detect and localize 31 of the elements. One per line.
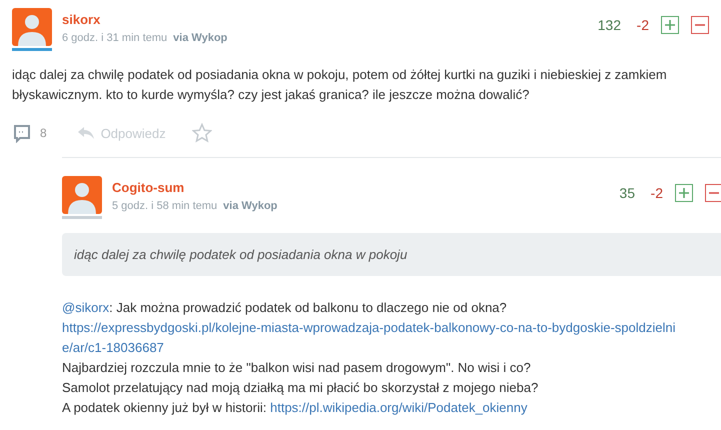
link[interactable]: https://pl.wikipedia.org/wiki/Podatek_okienny [270, 400, 528, 415]
upvote-button[interactable] [661, 16, 679, 34]
source-label: via Wykop [173, 32, 228, 44]
source-label: via Wykop [223, 200, 278, 212]
favorite-button[interactable] [192, 123, 212, 143]
comments-count: 8 [40, 126, 47, 140]
minus-count: -2 [650, 185, 663, 201]
comments-icon[interactable] [12, 123, 32, 143]
downvote-button[interactable] [691, 16, 709, 34]
author-name[interactable]: sikorx [62, 12, 575, 27]
minus-count: -2 [636, 17, 649, 33]
comment-line: A podatek okienny już był w historii: https://pl.wikipedia.org/wiki/Podatek_okienny [62, 399, 528, 417]
article-link[interactable]: https://expressbydgoski.pl/kolejne-miasta-wprowadzaja-podatek-balkonowy-co-na-to-bydgoskie-spoldzielnie/ar/c1-18036687 [62, 318, 686, 358]
avatar-icon[interactable] [62, 176, 102, 214]
author-name[interactable]: Cogito-sum [112, 180, 589, 195]
plus-icon [678, 187, 690, 199]
plus-count: 35 [618, 185, 635, 201]
downvote-button[interactable] [705, 184, 721, 202]
comment-line: Najbardziej rozczula mnie to że "balkon wisi nad pasem drogowym". No wisi i co? [62, 359, 532, 377]
reply-icon [76, 126, 95, 140]
entry-text: idąc dalej za chwilę podatek od posiadania okna w pokoju, potem od żółtej kurtki na guziki i niebieskiej z zamkiem błyskawicznym. kto to kurde wymyśla? czy jest jakaś granica? ile jeszcze można dowalić? [12, 66, 668, 104]
upvote-button[interactable] [675, 184, 693, 202]
comment-line: Samolot przelatujący nad moją działką ma mi płacić bo skorzystał z mojego nieba? [62, 379, 540, 397]
post-time: 6 godz. i 31 min temu [62, 32, 168, 44]
link[interactable]: @sikorx [62, 300, 110, 315]
quote-block: idąc dalej za chwilę podatek od posiadania okna w pokoju [62, 233, 721, 276]
post-time: 5 godz. i 58 min temu [112, 200, 218, 212]
comment-line: @sikorx: Jak można prowadzić podatek od balkonu to dlaczego nie od okna? [62, 299, 508, 317]
plus-count: 132 [596, 17, 621, 33]
plus-icon [664, 19, 676, 31]
avatar-icon[interactable] [12, 8, 52, 46]
